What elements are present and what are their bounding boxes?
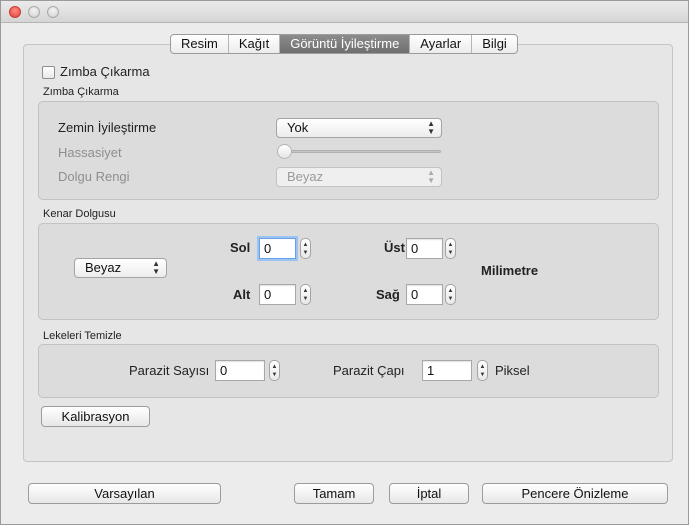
- sag-label: Sağ: [376, 287, 400, 302]
- ust-field[interactable]: 0: [406, 238, 443, 259]
- tab-resim[interactable]: Resim: [171, 35, 229, 53]
- leke-group-title: Lekeleri Temizle: [43, 330, 122, 342]
- kalibrasyon-button[interactable]: Kalibrasyon: [41, 406, 150, 427]
- popup-arrows-icon: ▲ ▼: [427, 168, 435, 185]
- kenar-color-popup[interactable]: Beyaz ▲ ▼: [74, 258, 167, 278]
- dolgu-rengi-popup[interactable]: Beyaz ▲ ▼: [276, 167, 442, 187]
- zemin-iyilestirme-label: Zemin İyileştirme: [58, 120, 157, 135]
- sol-stepper[interactable]: ▲ ▼: [300, 238, 311, 259]
- zemin-iyilestirme-value: Yok: [287, 120, 309, 135]
- zimba-cikarma-checkbox-label: Zımba Çıkarma: [60, 64, 150, 79]
- sag-field[interactable]: 0: [406, 284, 443, 305]
- kenar-group-title: Kenar Dolgusu: [43, 208, 116, 220]
- parazit-capi-field[interactable]: 1: [422, 360, 472, 381]
- zemin-iyilestirme-popup[interactable]: Yok ▲ ▼: [276, 118, 442, 138]
- kenar-unit-label: Milimetre: [481, 263, 539, 278]
- title-bar: [1, 1, 688, 23]
- ust-label: Üst: [384, 240, 405, 255]
- dolgu-rengi-label: Dolgu Rengi: [58, 169, 130, 184]
- hassasiyet-slider-track: [281, 150, 441, 153]
- alt-field[interactable]: 0: [259, 284, 296, 305]
- tab-goruntu-iyilestirme[interactable]: Görüntü İyileştirme: [280, 35, 411, 53]
- popup-arrows-icon: ▲ ▼: [427, 119, 435, 136]
- hassasiyet-slider-knob[interactable]: [277, 144, 292, 159]
- tab-ayarlar[interactable]: Ayarlar: [410, 35, 473, 53]
- kenar-color-value: Beyaz: [85, 260, 122, 275]
- parazit-sayisi-field[interactable]: 0: [215, 360, 265, 381]
- tab-bilgi[interactable]: Bilgi: [472, 35, 517, 53]
- varsayilan-button[interactable]: Varsayılan: [28, 483, 221, 504]
- sag-stepper[interactable]: ▲ ▼: [445, 284, 456, 305]
- tamam-button[interactable]: Tamam: [294, 483, 374, 504]
- ust-stepper[interactable]: ▲ ▼: [445, 238, 456, 259]
- sol-label: Sol: [230, 240, 251, 255]
- dolgu-rengi-value: Beyaz: [287, 169, 324, 184]
- close-window-button[interactable]: [9, 6, 21, 18]
- parazit-sayisi-label: Parazit Sayısı: [129, 363, 210, 378]
- sol-field[interactable]: 0: [259, 238, 296, 259]
- alt-label: Alt: [233, 287, 251, 302]
- parazit-capi-stepper[interactable]: ▲ ▼: [477, 360, 488, 381]
- alt-stepper[interactable]: ▲ ▼: [300, 284, 311, 305]
- zimba-group-title: Zımba Çıkarma: [43, 86, 119, 98]
- iptal-button[interactable]: İptal: [389, 483, 469, 504]
- tab-kagit[interactable]: Kağıt: [229, 35, 281, 53]
- pencere-onizleme-button[interactable]: Pencere Önizleme: [482, 483, 668, 504]
- preferences-window: Resim Kağıt Görüntü İyileştirme Ayarlar …: [0, 0, 689, 525]
- popup-arrows-icon: ▲ ▼: [152, 259, 160, 276]
- tab-bar: Resim Kağıt Görüntü İyileştirme Ayarlar …: [170, 34, 518, 54]
- zimba-cikarma-checkbox[interactable]: [42, 66, 55, 79]
- zoom-window-button[interactable]: [47, 6, 59, 18]
- parazit-sayisi-stepper[interactable]: ▲ ▼: [269, 360, 280, 381]
- piksel-unit-label: Piksel: [495, 363, 530, 378]
- parazit-capi-label: Parazit Çapı: [333, 363, 405, 378]
- minimize-window-button[interactable]: [28, 6, 40, 18]
- hassasiyet-label: Hassasiyet: [58, 145, 122, 160]
